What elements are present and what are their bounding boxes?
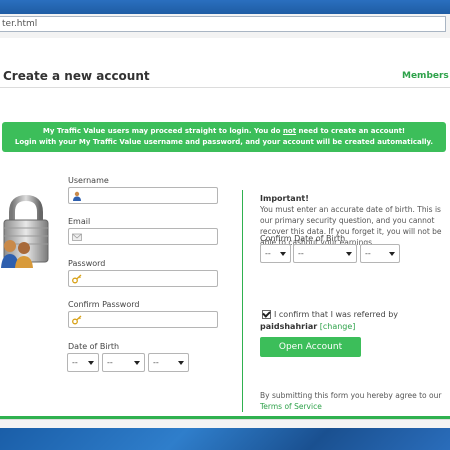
referrer-name: paidshahriar — [260, 322, 318, 331]
banner-line-2: Login with your My Traffic Value usernam… — [14, 138, 434, 146]
confirm-dob-month-select[interactable]: -- — [293, 244, 357, 263]
open-account-button[interactable]: Open Account — [260, 337, 361, 357]
referral-confirm-label: I confirm that I was referred by — [274, 310, 399, 319]
referrer-line: paidshahriar [change] — [260, 322, 355, 331]
username-label: Username — [68, 176, 109, 185]
address-bar[interactable]: ter.html — [0, 16, 446, 32]
user-icon — [73, 191, 81, 201]
terms-of-service-link[interactable]: Terms of Service — [260, 402, 322, 411]
confirm-dob-label: Confirm Date of Birth — [260, 234, 346, 243]
dob-month-select[interactable]: -- — [102, 353, 145, 372]
confirm-dob-year-select[interactable]: -- — [360, 244, 400, 263]
confirm-password-input[interactable] — [68, 311, 218, 328]
referral-confirm-checkbox[interactable] — [262, 310, 271, 319]
page-content: Create a new account Members Lo My Traff… — [0, 38, 450, 429]
members-login-link[interactable]: Members Lo — [402, 71, 450, 81]
dob-year-select[interactable]: -- — [148, 353, 189, 372]
browser-window: ter.html Create a new account Members Lo… — [0, 14, 450, 429]
chevron-down-icon — [88, 361, 94, 365]
envelope-icon — [72, 233, 82, 241]
title-divider — [0, 87, 450, 88]
chevron-down-icon — [178, 361, 184, 365]
confirm-dob-day-select[interactable]: -- — [260, 244, 291, 263]
address-bar-url[interactable]: ter.html — [2, 19, 37, 29]
padlock-users-icon — [1, 194, 49, 268]
chevron-down-icon — [389, 252, 395, 256]
page-title: Create a new account — [3, 69, 150, 83]
change-referrer-link[interactable]: [change] — [320, 322, 356, 331]
info-banner: My Traffic Value users may proceed strai… — [2, 122, 446, 152]
username-input[interactable] — [68, 187, 218, 204]
chevron-down-icon — [346, 252, 352, 256]
password-label: Password — [68, 259, 106, 268]
important-heading: Important! — [260, 194, 309, 203]
banner-line-1: My Traffic Value users may proceed strai… — [42, 127, 406, 135]
email-label: Email — [68, 217, 91, 226]
date-of-birth-label: Date of Birth — [68, 342, 120, 351]
email-input[interactable] — [68, 228, 218, 245]
desktop-background-bottom — [0, 428, 450, 450]
chevron-down-icon — [134, 361, 140, 365]
dob-day-select[interactable]: -- — [67, 353, 99, 372]
key-icon — [72, 315, 82, 325]
key-icon — [72, 274, 82, 284]
confirm-password-label: Confirm Password — [68, 300, 140, 309]
column-divider — [242, 190, 243, 412]
password-input[interactable] — [68, 270, 218, 287]
chevron-down-icon — [280, 252, 286, 256]
terms-notice: By submitting this form you hereby agree… — [260, 391, 442, 411]
